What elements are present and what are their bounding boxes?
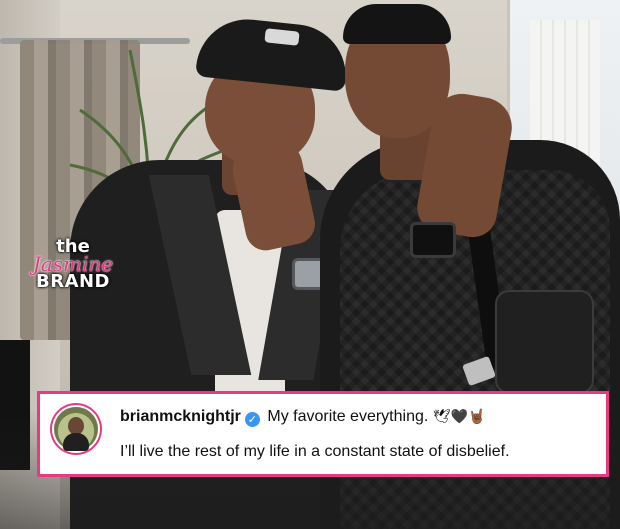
- watermark-logo: the Jasmine BRAND: [18, 238, 128, 291]
- crossbody-bag: [495, 290, 594, 394]
- avatar[interactable]: [54, 407, 98, 451]
- person-right-hair: [343, 4, 451, 44]
- caption-line-2: I’ll live the rest of my life in a const…: [120, 443, 510, 460]
- caption-emojis: 🕊🖤🤘🏾: [432, 409, 486, 425]
- caption-text: My favorite everything.: [267, 408, 429, 425]
- photo: the Jasmine BRAND brianmcknightjr ✓ My fa…: [0, 0, 620, 529]
- caption-card: brianmcknightjr ✓ My favorite everything.…: [37, 391, 609, 477]
- verified-badge-icon: ✓: [244, 412, 260, 427]
- person-right-watch: [410, 222, 456, 258]
- caption-line-1: brianmcknightjr ✓ My favorite everything.…: [120, 408, 485, 427]
- username-link[interactable]: brianmcknightjr: [120, 408, 241, 425]
- avatar-torso: [63, 433, 89, 451]
